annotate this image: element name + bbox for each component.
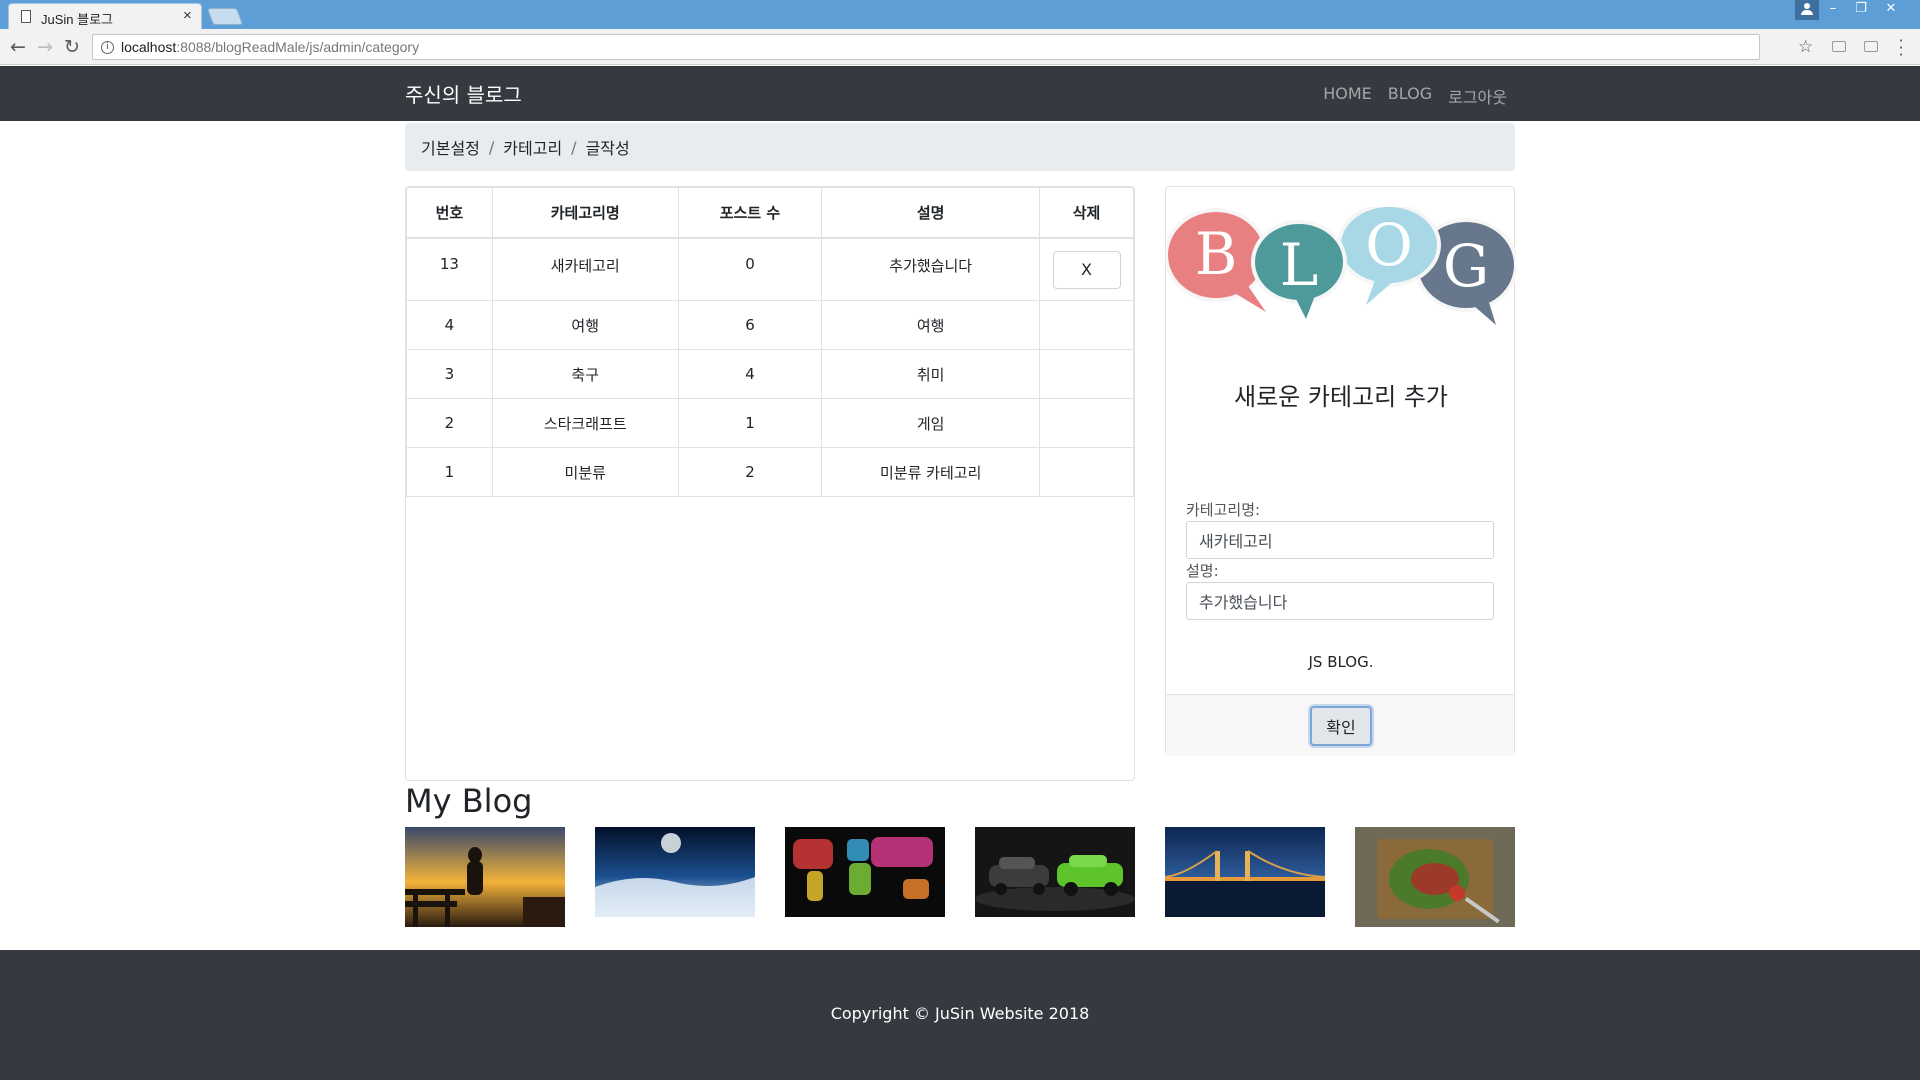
blog-logo-image: B G O L xyxy=(1166,207,1516,325)
table-row: 2 스타크래프트 1 게임 xyxy=(406,398,1134,448)
top-navbar: 주신의 블로그 HOME BLOG 로그아웃 xyxy=(0,66,1920,121)
url-text: localhost:8088/blogReadMale/js/admin/cat… xyxy=(121,39,420,55)
column-header-delete: 삭제 xyxy=(1039,187,1134,239)
category-name-label: 카테고리명: xyxy=(1186,501,1261,519)
svg-text:B: B xyxy=(1195,220,1238,288)
minimize-icon[interactable]: – xyxy=(1819,0,1847,20)
cell-delete xyxy=(1039,447,1134,497)
page: 주신의 블로그 HOME BLOG 로그아웃 기본설정 / 카테고리 / 글작성… xyxy=(0,66,1920,1080)
cell-name: 새카테고리 xyxy=(491,237,679,301)
restore-icon[interactable]: ❐ xyxy=(1847,0,1875,20)
card-footer: 확인 xyxy=(1166,694,1514,756)
table-row: 4 여행 6 여행 xyxy=(406,300,1134,350)
cell-number: 13 xyxy=(406,237,493,301)
cell-delete: X xyxy=(1039,237,1134,301)
category-name-input[interactable] xyxy=(1186,521,1494,559)
table-row: 3 축구 4 취미 xyxy=(406,349,1134,399)
cell-post-count: 2 xyxy=(677,447,823,497)
info-icon[interactable]: i xyxy=(101,41,114,54)
cell-post-count: 6 xyxy=(677,300,823,350)
card-text: JS BLOG. xyxy=(1308,653,1374,671)
address-bar[interactable]: i localhost:8088/blogReadMale/js/admin/c… xyxy=(92,34,1760,60)
cell-delete xyxy=(1039,349,1134,399)
vertical-dots-icon[interactable]: · · · xyxy=(1896,33,1906,63)
extension-icon[interactable] xyxy=(1832,41,1846,52)
back-arrow-icon[interactable]: ← xyxy=(6,35,30,59)
svg-text:G: G xyxy=(1443,232,1489,300)
breadcrumb: 기본설정 / 카테고리 / 글작성 xyxy=(405,123,1515,171)
breadcrumb-item-write[interactable]: 글작성 xyxy=(586,135,630,159)
nav-blog-link[interactable]: BLOG xyxy=(1388,84,1432,108)
category-table: 번호 카테고리명 포스트 수 설명 삭제 13 새카테고리 0 추가했습니다 X… xyxy=(406,187,1134,497)
column-header-number: 번호 xyxy=(406,187,493,239)
user-icon[interactable] xyxy=(1795,0,1819,20)
cell-description: 여행 xyxy=(821,300,1041,350)
cell-post-count: 1 xyxy=(677,398,823,448)
card-title: 새로운 카테고리 추가 xyxy=(1234,383,1448,411)
cell-number: 2 xyxy=(406,398,493,448)
description-input[interactable] xyxy=(1186,582,1494,620)
new-tab-button[interactable] xyxy=(206,8,244,25)
reload-icon[interactable]: ↻ xyxy=(60,35,84,59)
logo-bubble-l: L xyxy=(1251,220,1347,319)
cell-name: 스타크래프트 xyxy=(491,398,679,448)
close-icon[interactable]: ✕ xyxy=(1877,0,1905,20)
svg-text:L: L xyxy=(1280,231,1319,299)
breadcrumb-item-settings[interactable]: 기본설정 xyxy=(421,135,480,159)
cell-delete xyxy=(1039,300,1134,350)
svg-text:O: O xyxy=(1365,211,1413,279)
description-label: 설명: xyxy=(1186,562,1219,580)
cell-name: 미분류 xyxy=(491,447,679,497)
cell-number: 4 xyxy=(406,300,493,350)
column-header-name: 카테고리명 xyxy=(491,187,679,239)
delete-category-button[interactable]: X xyxy=(1052,250,1121,289)
breadcrumb-item-category[interactable]: 카테고리 xyxy=(503,135,562,159)
column-header-description: 설명 xyxy=(821,187,1041,239)
gallery-title: My Blog xyxy=(405,782,533,820)
breadcrumb-separator: / xyxy=(571,137,577,157)
cell-description: 취미 xyxy=(821,349,1041,399)
column-header-post-count: 포스트 수 xyxy=(677,187,823,239)
page-footer: Copyright © JuSin Website 2018 xyxy=(0,950,1920,1080)
earth-moon-photo[interactable] xyxy=(595,827,755,917)
cell-name: 축구 xyxy=(491,349,679,399)
add-category-card: B G O L 새로운 카테고리 추가 카테고리명: 설명: JS BLOG xyxy=(1165,186,1516,756)
steak-plate-photo[interactable] xyxy=(1355,827,1515,927)
cell-delete xyxy=(1039,398,1134,448)
sunset-couple-photo[interactable] xyxy=(405,827,565,927)
tab-title: JuSin 블로그 xyxy=(41,12,114,27)
cell-description: 추가했습니다 xyxy=(821,237,1041,301)
browser-tab[interactable]: JuSin 블로그 × xyxy=(8,3,202,29)
nav-links: HOME BLOG 로그아웃 xyxy=(1323,84,1507,108)
nav-home-link[interactable]: HOME xyxy=(1323,84,1372,108)
document-icon xyxy=(21,10,31,23)
table-row: 1 미분류 2 미분류 카테고리 xyxy=(406,447,1134,497)
confirm-button[interactable]: 확인 xyxy=(1310,706,1372,746)
table-row: 13 새카테고리 0 추가했습니다 X xyxy=(406,237,1134,301)
table-header-row: 번호 카테고리명 포스트 수 설명 삭제 xyxy=(406,187,1134,239)
star-icon[interactable]: ☆ xyxy=(1798,35,1813,59)
night-bridge-photo[interactable] xyxy=(1165,827,1325,917)
forward-arrow-icon[interactable]: → xyxy=(33,35,57,59)
cell-description: 미분류 카테고리 xyxy=(821,447,1041,497)
breadcrumb-separator: / xyxy=(488,137,495,157)
cell-name: 여행 xyxy=(491,300,679,350)
browser-toolbar: ← → ↻ i localhost:8088/blogReadMale/js/a… xyxy=(0,29,1920,65)
world-map-words-photo[interactable] xyxy=(785,827,945,917)
cell-description: 게임 xyxy=(821,398,1041,448)
copyright-text: Copyright © JuSin Website 2018 xyxy=(830,1004,1090,1023)
extension-icon[interactable] xyxy=(1864,41,1878,52)
cell-post-count: 4 xyxy=(677,349,823,399)
cell-number: 3 xyxy=(406,349,493,399)
brand-link[interactable]: 주신의 블로그 xyxy=(405,79,522,108)
nav-logout-link[interactable]: 로그아웃 xyxy=(1448,84,1507,108)
tab-close-icon[interactable]: × xyxy=(183,7,192,24)
logo-bubble-b: B xyxy=(1166,208,1268,312)
category-table-panel: 번호 카테고리명 포스트 수 설명 삭제 13 새카테고리 0 추가했습니다 X… xyxy=(405,186,1135,781)
browser-titlebar: JuSin 블로그 × – ❐ ✕ xyxy=(0,0,1920,29)
cell-number: 1 xyxy=(406,447,493,497)
sports-cars-photo[interactable] xyxy=(975,827,1135,917)
cell-post-count: 0 xyxy=(677,237,823,301)
